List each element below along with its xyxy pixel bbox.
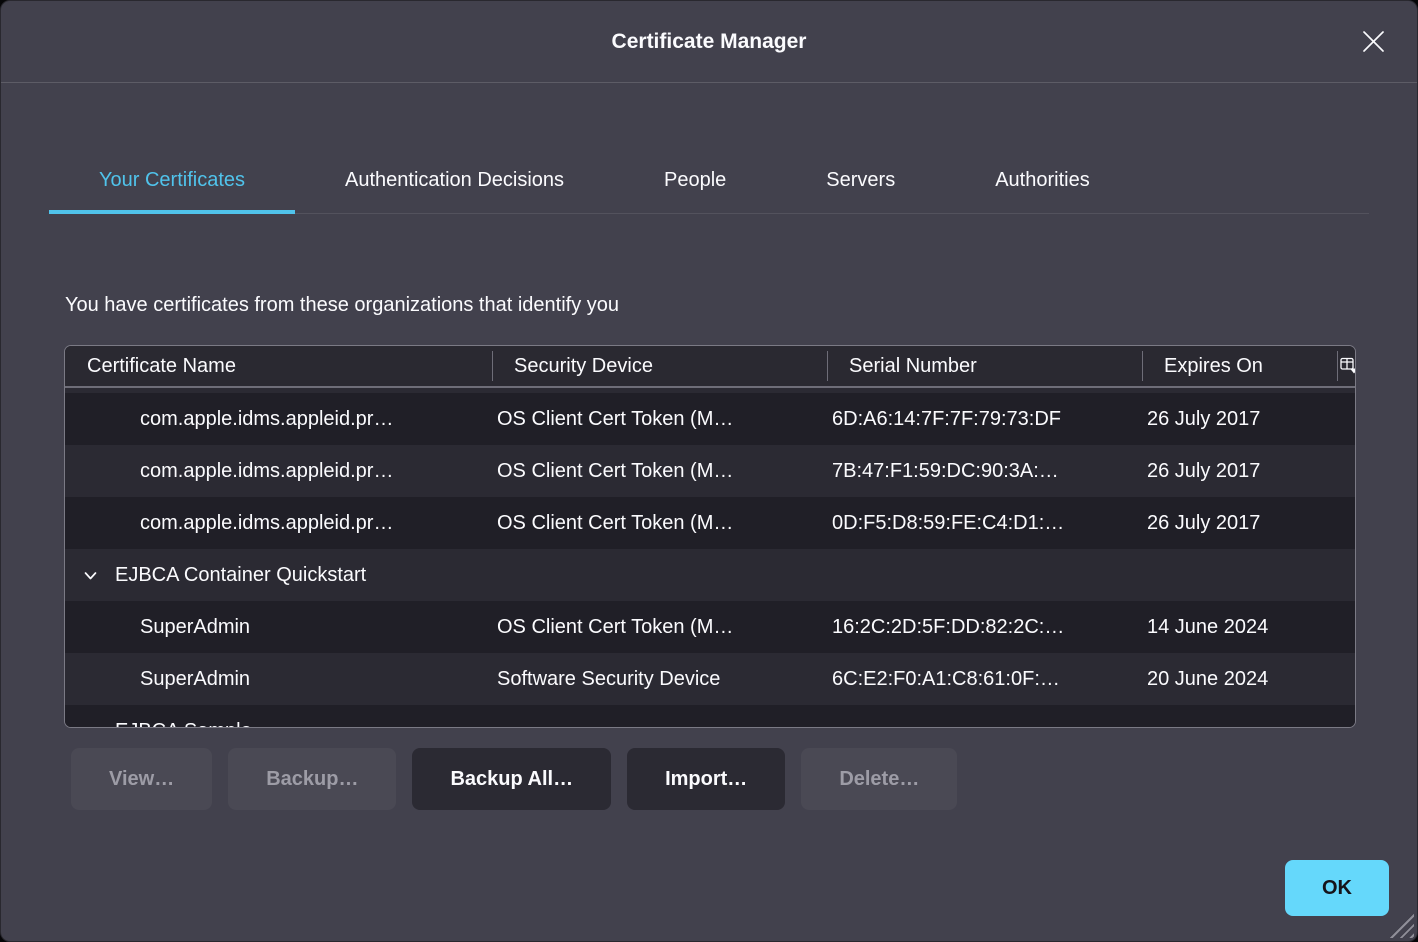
column-picker-icon xyxy=(1340,357,1356,375)
certificate-manager-dialog: Certificate Manager Your CertificatesAut… xyxy=(0,0,1418,942)
group-row-ejbca-sample[interactable]: EJBCA Sample xyxy=(65,705,1355,727)
cell-security-device: OS Client Cert Token (M… xyxy=(492,408,827,431)
tab-people[interactable]: People xyxy=(614,147,776,213)
cell-security-device: OS Client Cert Token (M… xyxy=(492,460,827,483)
cell-certificate-name: SuperAdmin xyxy=(65,616,492,639)
group-label: EJBCA Sample xyxy=(115,720,252,728)
main-content: You have certificates from these organiz… xyxy=(1,294,1417,810)
cell-serial-number: 6D:A6:14:7F:7F:79:73:DF xyxy=(827,408,1142,431)
cell-serial-number: 16:2C:2D:5F:DD:82:2C:… xyxy=(827,616,1142,639)
cell-expires-on: 26 July 2017 xyxy=(1142,460,1337,483)
cell-certificate-name: com.apple.idms.appleid.pr… xyxy=(65,512,492,535)
ok-button[interactable]: OK xyxy=(1285,860,1389,916)
column-header-certificate-name[interactable]: Certificate Name xyxy=(65,346,492,386)
certificate-row[interactable]: com.apple.idms.appleid.pr…OS Client Cert… xyxy=(65,445,1355,497)
cell-certificate-name: com.apple.idms.appleid.pr… xyxy=(65,460,492,483)
cell-serial-number: 7B:47:F1:59:DC:90:3A:… xyxy=(827,460,1142,483)
certificate-row[interactable]: com.apple.idms.appleid.pr…OS Client Cert… xyxy=(65,497,1355,549)
column-header-serial-number[interactable]: Serial Number xyxy=(827,346,1142,386)
cell-expires-on: 26 July 2017 xyxy=(1142,408,1337,431)
column-header-security-device[interactable]: Security Device xyxy=(492,346,827,386)
close-icon xyxy=(1360,28,1387,55)
cell-serial-number: 6C:E2:F0:A1:C8:61:0F:… xyxy=(827,668,1142,691)
dialog-title: Certificate Manager xyxy=(612,30,807,54)
view-button: View… xyxy=(71,748,212,810)
tab-authorities[interactable]: Authorities xyxy=(945,147,1140,213)
cell-security-device: Software Security Device xyxy=(492,668,827,691)
tab-servers[interactable]: Servers xyxy=(776,147,945,213)
backup-button: Backup… xyxy=(228,748,396,810)
cell-certificate-name: com.apple.idms.appleid.pr… xyxy=(65,408,492,431)
cell-security-device: OS Client Cert Token (M… xyxy=(492,616,827,639)
import-button[interactable]: Import… xyxy=(627,748,785,810)
cell-expires-on: 14 June 2024 xyxy=(1142,616,1337,639)
column-header-expires-on[interactable]: Expires On xyxy=(1142,346,1337,386)
backup-all-button[interactable]: Backup All… xyxy=(412,748,611,810)
group-chevron[interactable] xyxy=(83,568,98,583)
group-chevron[interactable] xyxy=(83,724,98,728)
close-button[interactable] xyxy=(1353,22,1393,62)
certificates-table: Certificate NameSecurity DeviceSerial Nu… xyxy=(64,345,1356,728)
certificate-row[interactable]: com.apple.idms.appleid.pr…OS Client Cert… xyxy=(65,393,1355,445)
chevron-down-icon xyxy=(83,568,98,583)
resize-grip-icon[interactable] xyxy=(1387,911,1414,938)
group-row-ejbca-container-quickstart[interactable]: EJBCA Container Quickstart xyxy=(65,549,1355,601)
tab-strip: Your CertificatesAuthentication Decision… xyxy=(49,147,1369,214)
table-header: Certificate NameSecurity DeviceSerial Nu… xyxy=(65,346,1355,388)
cell-certificate-name: SuperAdmin xyxy=(65,668,492,691)
action-buttons: View… Backup… Backup All… Import… Delete… xyxy=(71,748,1354,810)
delete-button: Delete… xyxy=(801,748,957,810)
cell-serial-number: 0D:F5:D8:59:FE:C4:D1:… xyxy=(827,512,1142,535)
titlebar: Certificate Manager xyxy=(1,1,1417,83)
certificate-row[interactable]: SuperAdminSoftware Security Device6C:E2:… xyxy=(65,653,1355,705)
partial-row: EJBCA Sample xyxy=(65,705,1355,727)
table-body[interactable]: com.apple.idms.appleid.pr…OS Client Cert… xyxy=(65,388,1355,727)
tab-authentication-decisions[interactable]: Authentication Decisions xyxy=(295,147,614,213)
intro-text: You have certificates from these organiz… xyxy=(65,294,1354,317)
chevron-down-icon xyxy=(83,724,98,728)
cell-security-device: OS Client Cert Token (M… xyxy=(492,512,827,535)
certificate-row[interactable]: SuperAdminOS Client Cert Token (M…16:2C:… xyxy=(65,601,1355,653)
cell-expires-on: 26 July 2017 xyxy=(1142,512,1337,535)
column-picker-button[interactable] xyxy=(1337,346,1356,386)
group-label: EJBCA Container Quickstart xyxy=(115,564,366,587)
cell-expires-on: 20 June 2024 xyxy=(1142,668,1337,691)
tab-your-certificates[interactable]: Your Certificates xyxy=(49,147,295,213)
